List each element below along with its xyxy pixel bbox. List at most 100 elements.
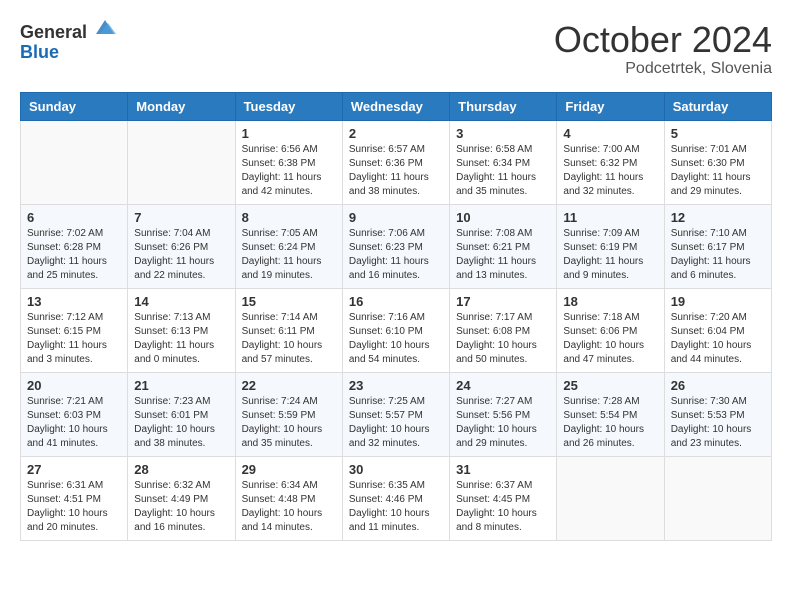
day-number: 20	[27, 378, 121, 393]
day-number: 2	[349, 126, 443, 141]
calendar-day: 24 Sunrise: 7:27 AMSunset: 5:56 PMDayligh…	[450, 372, 557, 456]
day-detail: Sunrise: 7:28 AMSunset: 5:54 PMDaylight:…	[563, 395, 657, 451]
calendar-day: 21 Sunrise: 7:23 AMSunset: 6:01 PMDayligh…	[128, 372, 235, 456]
day-detail: Sunrise: 6:56 AMSunset: 6:38 PMDaylight:…	[242, 143, 336, 199]
day-detail: Sunrise: 7:04 AMSunset: 6:26 PMDaylight:…	[134, 227, 228, 283]
weekday-header-thursday: Thursday	[450, 92, 557, 120]
day-number: 29	[242, 462, 336, 477]
day-number: 19	[671, 294, 765, 309]
day-number: 28	[134, 462, 228, 477]
day-number: 31	[456, 462, 550, 477]
day-detail: Sunrise: 7:06 AMSunset: 6:23 PMDaylight:…	[349, 227, 443, 283]
day-number: 4	[563, 126, 657, 141]
calendar-day: 28 Sunrise: 6:32 AMSunset: 4:49 PMDayligh…	[128, 456, 235, 540]
day-detail: Sunrise: 6:32 AMSunset: 4:49 PMDaylight:…	[134, 479, 228, 535]
day-detail: Sunrise: 7:08 AMSunset: 6:21 PMDaylight:…	[456, 227, 550, 283]
day-detail: Sunrise: 6:34 AMSunset: 4:48 PMDaylight:…	[242, 479, 336, 535]
calendar-location: Podcetrtek, Slovenia	[554, 60, 772, 78]
calendar-day: 3 Sunrise: 6:58 AMSunset: 6:34 PMDaylight…	[450, 120, 557, 204]
day-detail: Sunrise: 7:18 AMSunset: 6:06 PMDaylight:…	[563, 311, 657, 367]
day-detail: Sunrise: 7:23 AMSunset: 6:01 PMDaylight:…	[134, 395, 228, 451]
day-detail: Sunrise: 7:16 AMSunset: 6:10 PMDaylight:…	[349, 311, 443, 367]
calendar-day: 7 Sunrise: 7:04 AMSunset: 6:26 PMDaylight…	[128, 204, 235, 288]
day-number: 24	[456, 378, 550, 393]
day-number: 16	[349, 294, 443, 309]
calendar-day: 4Sunrise: 7:00 AMSunset: 6:32 PMDaylight…	[557, 120, 664, 204]
weekday-header-wednesday: Wednesday	[342, 92, 449, 120]
calendar-day: 15 Sunrise: 7:14 AMSunset: 6:11 PMDayligh…	[235, 288, 342, 372]
day-detail: Sunrise: 7:12 AMSunset: 6:15 PMDaylight:…	[27, 311, 121, 367]
day-detail: Sunrise: 7:20 AMSunset: 6:04 PMDaylight:…	[671, 311, 765, 367]
day-number: 23	[349, 378, 443, 393]
day-number: 10	[456, 210, 550, 225]
day-detail: Sunrise: 6:35 AMSunset: 4:46 PMDaylight:…	[349, 479, 443, 535]
calendar-day: 13Sunrise: 7:12 AMSunset: 6:15 PMDayligh…	[21, 288, 128, 372]
calendar-day: 12 Sunrise: 7:10 AMSunset: 6:17 PMDayligh…	[664, 204, 771, 288]
day-number: 8	[242, 210, 336, 225]
calendar-week-5: 27 Sunrise: 6:31 AMSunset: 4:51 PMDayligh…	[21, 456, 772, 540]
calendar-day: 26Sunrise: 7:30 AMSunset: 5:53 PMDayligh…	[664, 372, 771, 456]
title-block: October 2024 Podcetrtek, Slovenia	[554, 20, 772, 78]
calendar-title: October 2024	[554, 20, 772, 60]
day-detail: Sunrise: 7:30 AMSunset: 5:53 PMDaylight:…	[671, 395, 765, 451]
day-number: 21	[134, 378, 228, 393]
calendar-day: 25Sunrise: 7:28 AMSunset: 5:54 PMDayligh…	[557, 372, 664, 456]
calendar-day: 18 Sunrise: 7:18 AMSunset: 6:06 PMDayligh…	[557, 288, 664, 372]
day-detail: Sunrise: 6:31 AMSunset: 4:51 PMDaylight:…	[27, 479, 121, 535]
calendar-day: 14Sunrise: 7:13 AMSunset: 6:13 PMDayligh…	[128, 288, 235, 372]
day-number: 5	[671, 126, 765, 141]
day-detail: Sunrise: 7:10 AMSunset: 6:17 PMDaylight:…	[671, 227, 765, 283]
day-detail: Sunrise: 6:58 AMSunset: 6:34 PMDaylight:…	[456, 143, 550, 199]
day-number: 1	[242, 126, 336, 141]
weekday-header-friday: Friday	[557, 92, 664, 120]
calendar-day: 9Sunrise: 7:06 AMSunset: 6:23 PMDaylight…	[342, 204, 449, 288]
calendar-day: 29 Sunrise: 6:34 AMSunset: 4:48 PMDayligh…	[235, 456, 342, 540]
day-number: 18	[563, 294, 657, 309]
logo-general: General	[20, 22, 87, 42]
calendar-day: 30 Sunrise: 6:35 AMSunset: 4:46 PMDayligh…	[342, 456, 449, 540]
calendar-day: 16 Sunrise: 7:16 AMSunset: 6:10 PMDayligh…	[342, 288, 449, 372]
day-number: 17	[456, 294, 550, 309]
weekday-header-saturday: Saturday	[664, 92, 771, 120]
calendar-week-2: 6 Sunrise: 7:02 AMSunset: 6:28 PMDaylight…	[21, 204, 772, 288]
day-detail: Sunrise: 7:01 AMSunset: 6:30 PMDaylight:…	[671, 143, 765, 199]
day-number: 27	[27, 462, 121, 477]
day-detail: Sunrise: 7:05 AMSunset: 6:24 PMDaylight:…	[242, 227, 336, 283]
day-number: 11	[563, 210, 657, 225]
day-detail: Sunrise: 7:09 AMSunset: 6:19 PMDaylight:…	[563, 227, 657, 283]
day-number: 15	[242, 294, 336, 309]
calendar-day: 31Sunrise: 6:37 AMSunset: 4:45 PMDayligh…	[450, 456, 557, 540]
calendar-day	[664, 456, 771, 540]
calendar-day: 17 Sunrise: 7:17 AMSunset: 6:08 PMDayligh…	[450, 288, 557, 372]
calendar-week-3: 13Sunrise: 7:12 AMSunset: 6:15 PMDayligh…	[21, 288, 772, 372]
calendar-day: 11 Sunrise: 7:09 AMSunset: 6:19 PMDayligh…	[557, 204, 664, 288]
logo-text: General	[20, 20, 116, 43]
weekday-header-tuesday: Tuesday	[235, 92, 342, 120]
calendar-day: 6 Sunrise: 7:02 AMSunset: 6:28 PMDaylight…	[21, 204, 128, 288]
logo-icon	[94, 16, 116, 38]
calendar-day: 23Sunrise: 7:25 AMSunset: 5:57 PMDayligh…	[342, 372, 449, 456]
day-number: 12	[671, 210, 765, 225]
calendar-day	[21, 120, 128, 204]
day-number: 22	[242, 378, 336, 393]
calendar-table: SundayMondayTuesdayWednesdayThursdayFrid…	[20, 92, 772, 541]
page-header: General Blue October 2024 Podcetrtek, Sl…	[20, 20, 772, 78]
day-detail: Sunrise: 7:02 AMSunset: 6:28 PMDaylight:…	[27, 227, 121, 283]
weekday-header-row: SundayMondayTuesdayWednesdayThursdayFrid…	[21, 92, 772, 120]
day-number: 30	[349, 462, 443, 477]
calendar-day: 19 Sunrise: 7:20 AMSunset: 6:04 PMDayligh…	[664, 288, 771, 372]
day-detail: Sunrise: 7:14 AMSunset: 6:11 PMDaylight:…	[242, 311, 336, 367]
day-detail: Sunrise: 7:17 AMSunset: 6:08 PMDaylight:…	[456, 311, 550, 367]
logo-blue: Blue	[20, 42, 59, 62]
day-number: 7	[134, 210, 228, 225]
calendar-week-4: 20Sunrise: 7:21 AMSunset: 6:03 PMDayligh…	[21, 372, 772, 456]
calendar-day: 8 Sunrise: 7:05 AMSunset: 6:24 PMDaylight…	[235, 204, 342, 288]
calendar-day: 20Sunrise: 7:21 AMSunset: 6:03 PMDayligh…	[21, 372, 128, 456]
day-detail: Sunrise: 6:57 AMSunset: 6:36 PMDaylight:…	[349, 143, 443, 199]
day-number: 3	[456, 126, 550, 141]
day-detail: Sunrise: 7:27 AMSunset: 5:56 PMDaylight:…	[456, 395, 550, 451]
day-number: 6	[27, 210, 121, 225]
logo: General Blue	[20, 20, 116, 63]
weekday-header-monday: Monday	[128, 92, 235, 120]
weekday-header-sunday: Sunday	[21, 92, 128, 120]
